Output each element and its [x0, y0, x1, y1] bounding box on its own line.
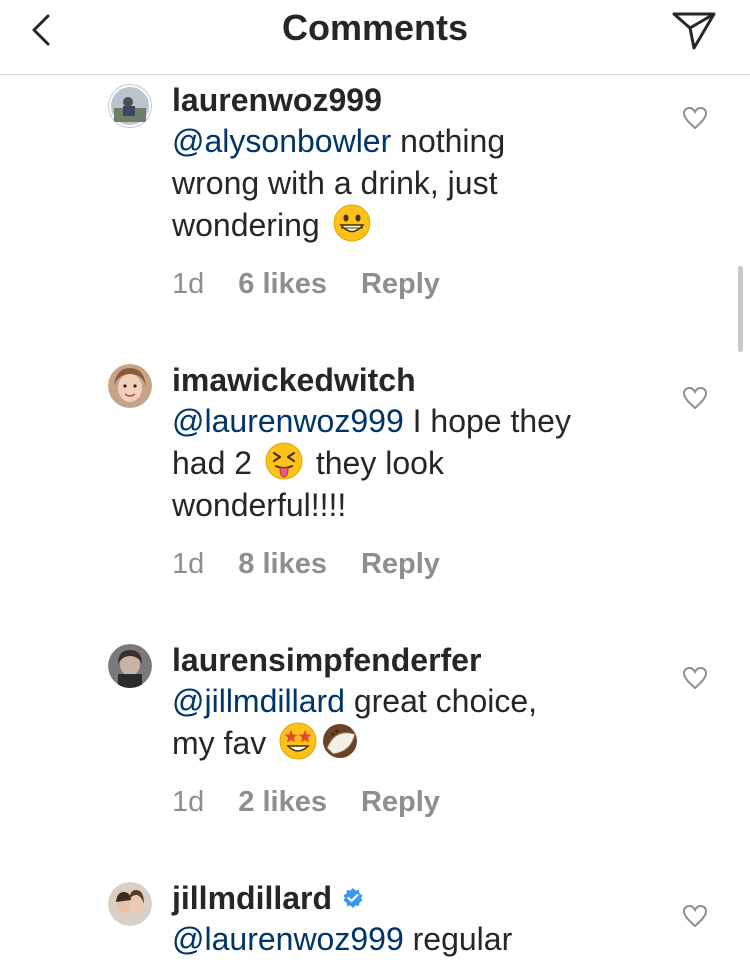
avatar[interactable] [108, 84, 152, 128]
likes-count[interactable]: 2 likes [238, 784, 327, 820]
heart-icon[interactable] [682, 904, 708, 928]
comment-text: @laurenwoz999 I hope they had 2 they loo… [172, 403, 571, 523]
heart-icon[interactable] [682, 106, 708, 130]
comment-username[interactable]: laurenwoz999 [172, 80, 652, 120]
comment-meta: 1d 6 likes Reply [172, 266, 652, 302]
likes-count[interactable]: 6 likes [238, 266, 327, 302]
comment-username[interactable]: laurensimpfenderfer [172, 640, 652, 680]
comment-text: @alysonbowler nothing wrong with a drink… [172, 123, 506, 243]
paper-plane-icon[interactable] [670, 8, 718, 52]
comment-text: @jillmdillard great choice, my fav [172, 683, 538, 761]
heart-icon[interactable] [682, 386, 708, 410]
verified-badge-icon [343, 888, 363, 908]
star-struck-face-emoji-icon [279, 722, 317, 760]
avatar[interactable] [108, 364, 152, 408]
reply-button[interactable]: Reply [361, 784, 440, 820]
avatar[interactable] [108, 644, 152, 688]
comment-time: 1d [172, 548, 205, 580]
mention-link[interactable]: @laurenwoz999 [172, 403, 404, 439]
mention-link[interactable]: @laurenwoz999 [172, 921, 404, 957]
reply-button[interactable]: Reply [361, 266, 440, 302]
comment-meta: 1d 8 likes Reply [172, 546, 652, 582]
heart-icon[interactable] [682, 666, 708, 690]
mention-link[interactable]: @alysonbowler [172, 123, 391, 159]
comment-text: @laurenwoz999 regular [172, 921, 513, 957]
avatar[interactable] [108, 882, 152, 926]
grinning-face-emoji-icon [333, 204, 371, 242]
coconut-emoji-icon [323, 724, 358, 758]
comment-time: 1d [172, 786, 205, 818]
comment-time: 1d [172, 268, 205, 300]
page-title: Comments [281, 7, 469, 48]
comment-username[interactable]: imawickedwitch [172, 360, 652, 400]
reply-button[interactable]: Reply [361, 546, 440, 582]
likes-count[interactable]: 8 likes [238, 546, 327, 582]
comment-meta: 1d 2 likes Reply [172, 784, 652, 820]
comments-header: Comments [0, 0, 750, 75]
scrollbar[interactable] [738, 266, 743, 352]
squinting-tongue-face-emoji-icon [265, 442, 303, 480]
mention-link[interactable]: @jillmdillard [172, 683, 345, 719]
comment-username[interactable]: jillmdillard [172, 878, 652, 918]
